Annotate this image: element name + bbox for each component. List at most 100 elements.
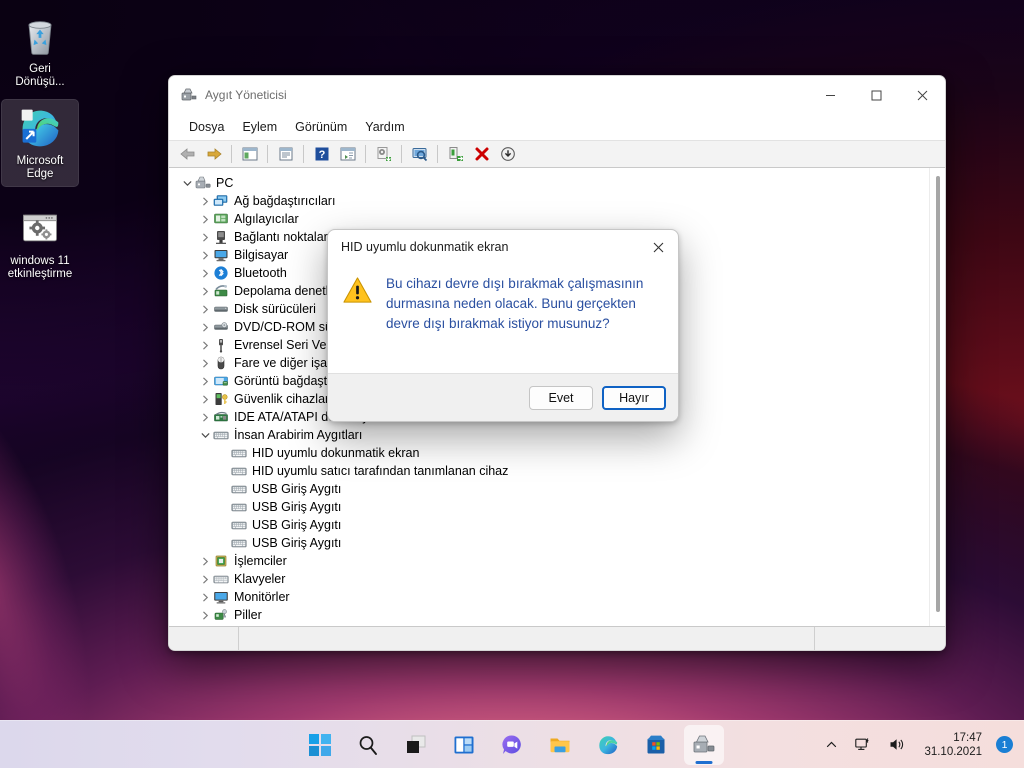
bluetooth-icon bbox=[214, 266, 228, 280]
tree-item-label: Klavyeler bbox=[234, 572, 286, 586]
update-driver-icon[interactable] bbox=[371, 142, 396, 166]
system-tray[interactable]: 17:47 31.10.2021 1 bbox=[821, 729, 1024, 761]
window-controls bbox=[807, 76, 945, 114]
desktop-icon-recycle-bin[interactable]: Geri Dönüşü... bbox=[2, 8, 78, 94]
window-titlebar[interactable]: Aygıt Yöneticisi bbox=[169, 76, 945, 114]
tree-category-item[interactable]: İşlemciler bbox=[179, 552, 929, 570]
details-view-icon[interactable] bbox=[335, 142, 360, 166]
chevron-right-icon[interactable] bbox=[197, 607, 213, 623]
device-manager-button[interactable] bbox=[684, 724, 724, 765]
edge-button[interactable] bbox=[588, 725, 628, 765]
network-tray-button[interactable] bbox=[851, 732, 876, 757]
tree-leaf-item[interactable]: USB Giriş Aygıtı bbox=[179, 534, 929, 552]
toolbar[interactable]: ? bbox=[169, 140, 945, 168]
security-icon bbox=[215, 393, 228, 405]
menu-item-yardim[interactable]: Yardım bbox=[357, 117, 412, 137]
disable-device-icon[interactable] bbox=[443, 142, 468, 166]
chevron-right-icon[interactable] bbox=[197, 193, 213, 209]
chevron-right-icon[interactable] bbox=[197, 337, 213, 353]
file-explorer-icon bbox=[550, 738, 570, 752]
storage-icon bbox=[214, 285, 228, 297]
show-hidden-icons-button[interactable] bbox=[821, 733, 842, 756]
edge-icon bbox=[599, 735, 618, 754]
hid-icon bbox=[213, 431, 229, 440]
chevron-right-icon[interactable] bbox=[197, 355, 213, 371]
tree-item-label: Disk sürücüleri bbox=[234, 302, 316, 316]
chevron-right-icon[interactable] bbox=[197, 211, 213, 227]
widgets-button[interactable] bbox=[444, 725, 484, 765]
download-icon[interactable] bbox=[495, 142, 520, 166]
confirm-disable-dialog[interactable]: HID uyumlu dokunmatik ekran Bu cihazı de… bbox=[327, 229, 679, 422]
tree-twisty-placeholder bbox=[215, 463, 231, 479]
chevron-right-icon[interactable] bbox=[197, 283, 213, 299]
chevron-right-icon[interactable] bbox=[197, 247, 213, 263]
clock-button[interactable]: 17:47 31.10.2021 bbox=[919, 729, 987, 761]
scan-hardware-changes-icon[interactable] bbox=[407, 142, 432, 166]
tree-leaf-item[interactable]: USB Giriş Aygıtı bbox=[179, 498, 929, 516]
start-button[interactable] bbox=[300, 725, 340, 765]
tree-category-item[interactable]: İnsan Arabirim Aygıtları bbox=[179, 426, 929, 444]
minimize-button[interactable] bbox=[807, 76, 853, 114]
notification-badge[interactable]: 1 bbox=[996, 736, 1013, 753]
tree-category-item[interactable]: Ağ bağdaştırıcıları bbox=[179, 192, 929, 210]
tree-category-item[interactable]: Klavyeler bbox=[179, 570, 929, 588]
desktop-icon-windows-11-activation[interactable]: windows 11 etkinleştirme bbox=[2, 200, 78, 286]
file-explorer-button[interactable] bbox=[540, 725, 580, 765]
chevron-right-icon[interactable] bbox=[197, 373, 213, 389]
status-segment-middle bbox=[239, 626, 815, 650]
tree-item-label: İnsan Arabirim Aygıtları bbox=[234, 428, 363, 442]
chevron-right-icon[interactable] bbox=[197, 319, 213, 335]
volume-tray-button[interactable] bbox=[885, 732, 910, 757]
chevron-right-icon[interactable] bbox=[197, 265, 213, 281]
chevron-right-icon[interactable] bbox=[197, 301, 213, 317]
properties-icon[interactable] bbox=[273, 142, 298, 166]
menu-bar[interactable]: Dosya Eylem Görünüm Yardım bbox=[169, 114, 945, 140]
chevron-right-icon[interactable] bbox=[197, 391, 213, 407]
tree-category-item[interactable]: Ses girişleri ve çıkışları bbox=[179, 624, 929, 626]
gear-window-icon bbox=[23, 214, 57, 242]
chevron-down-icon[interactable] bbox=[179, 175, 195, 191]
chevron-right-icon[interactable] bbox=[197, 229, 213, 245]
chevron-right-icon[interactable] bbox=[197, 571, 213, 587]
tree-root-item[interactable]: PC bbox=[179, 174, 929, 192]
tree-category-item[interactable]: Monitörler bbox=[179, 588, 929, 606]
tree-leaf-item[interactable]: USB Giriş Aygıtı bbox=[179, 516, 929, 534]
task-view-button[interactable] bbox=[396, 725, 436, 765]
chevron-right-icon[interactable] bbox=[197, 589, 213, 605]
tree-scrollbar[interactable] bbox=[929, 168, 945, 626]
forward-icon[interactable] bbox=[201, 142, 226, 166]
close-button[interactable] bbox=[899, 76, 945, 114]
tree-item-label: HID uyumlu satıcı tarafından tanımlanan … bbox=[252, 464, 509, 478]
chat-button[interactable] bbox=[492, 725, 532, 765]
chevron-right-icon[interactable] bbox=[197, 409, 213, 425]
yes-button[interactable]: Evet bbox=[529, 385, 593, 410]
tree-leaf-item[interactable]: HID uyumlu dokunmatik ekran bbox=[179, 444, 929, 462]
warning-icon bbox=[343, 277, 372, 303]
menu-item-eylem[interactable]: Eylem bbox=[234, 117, 285, 137]
show-hide-console-tree-icon[interactable] bbox=[237, 142, 262, 166]
chevron-right-icon[interactable] bbox=[197, 553, 213, 569]
help-icon[interactable]: ? bbox=[309, 142, 334, 166]
menu-item-gorunum[interactable]: Görünüm bbox=[287, 117, 355, 137]
search-button[interactable] bbox=[348, 725, 388, 765]
desktop[interactable]: Geri Dönüşü... Microsoft Edge windows 11… bbox=[0, 0, 1024, 768]
tree-category-item[interactable]: Piller bbox=[179, 606, 929, 624]
no-button[interactable]: Hayır bbox=[602, 385, 666, 410]
dialog-close-button[interactable] bbox=[638, 230, 678, 264]
tree-leaf-item[interactable]: HID uyumlu satıcı tarafından tanımlanan … bbox=[179, 462, 929, 480]
dialog-footer: Evet Hayır bbox=[328, 373, 678, 421]
back-icon[interactable] bbox=[175, 142, 200, 166]
store-button[interactable] bbox=[636, 725, 676, 765]
chevron-right-icon[interactable] bbox=[197, 625, 213, 626]
uninstall-device-icon[interactable] bbox=[469, 142, 494, 166]
desktop-icon-microsoft-edge[interactable]: Microsoft Edge bbox=[1, 99, 79, 187]
tree-category-item[interactable]: Algılayıcılar bbox=[179, 210, 929, 228]
hid-icon bbox=[231, 449, 247, 458]
menu-item-dosya[interactable]: Dosya bbox=[181, 117, 232, 137]
display-icon bbox=[214, 376, 228, 386]
maximize-button[interactable] bbox=[853, 76, 899, 114]
tree-leaf-item[interactable]: USB Giriş Aygıtı bbox=[179, 480, 929, 498]
scrollbar-thumb[interactable] bbox=[936, 176, 940, 612]
chevron-down-icon[interactable] bbox=[197, 427, 213, 443]
taskbar[interactable]: 17:47 31.10.2021 1 bbox=[0, 720, 1024, 768]
